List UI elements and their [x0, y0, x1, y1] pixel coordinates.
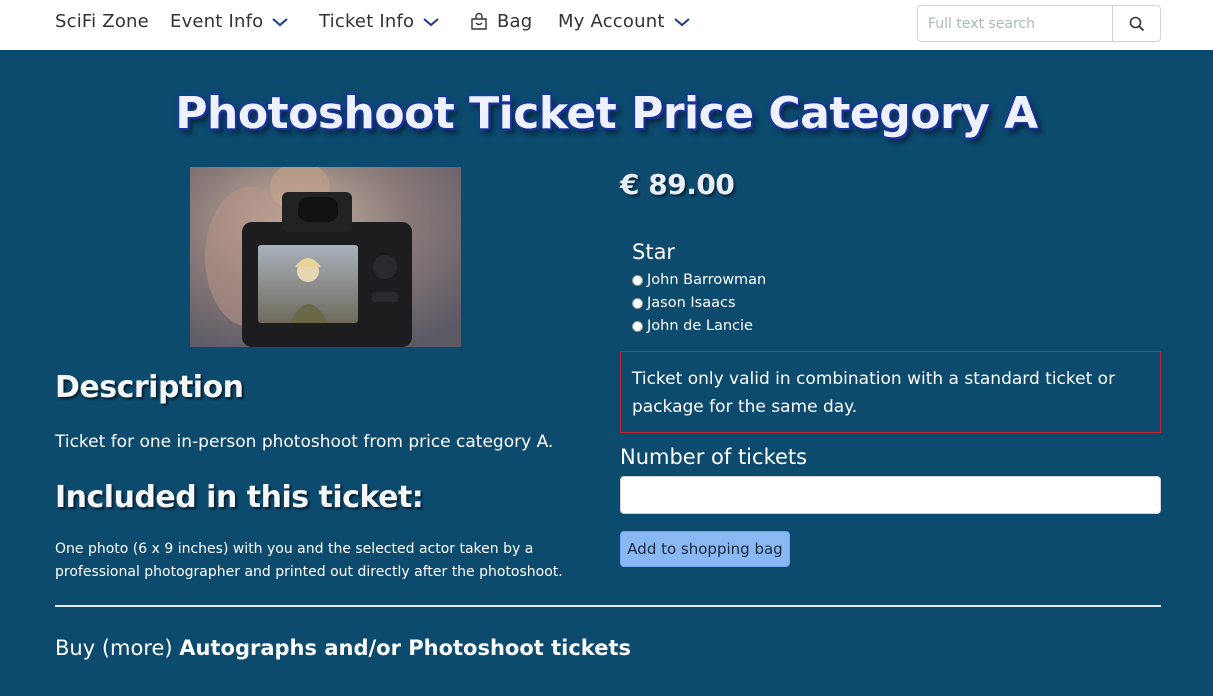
star-option-label: Jason Isaacs	[647, 295, 736, 311]
star-option[interactable]: Jason Isaacs	[632, 295, 736, 311]
nav-my-account[interactable]: My Account	[558, 11, 693, 32]
buy-more-prefix: Buy (more)	[55, 636, 173, 660]
buy-more-line: Buy (more) Autographs and/or Photoshoot …	[55, 636, 631, 660]
product-price: € 89.00	[620, 168, 735, 201]
brand-link[interactable]: SciFi Zone	[55, 11, 149, 32]
validity-notice: Ticket only valid in combination with a …	[620, 351, 1161, 433]
description-text: Ticket for one in-person photoshoot from…	[55, 432, 554, 452]
quantity-label: Number of tickets	[620, 445, 808, 469]
camera-photo-illustration	[190, 167, 461, 347]
nav-ticket-info[interactable]: Ticket Info	[319, 11, 442, 32]
description-heading: Description	[55, 370, 244, 405]
included-text: One photo (6 x 9 inches) with you and th…	[55, 541, 563, 580]
nav-event-info-label: Event Info	[170, 11, 264, 32]
nav-ticket-info-label: Ticket Info	[319, 11, 415, 32]
chevron-down-icon	[673, 17, 690, 26]
radio-button[interactable]	[632, 274, 643, 286]
add-to-bag-button[interactable]: Add to shopping bag	[620, 531, 790, 567]
top-navbar: SciFi Zone Event Info Ticket Info Bag My…	[0, 0, 1213, 50]
star-option-label: John de Lancie	[647, 318, 753, 334]
search-icon	[1129, 16, 1144, 31]
star-option[interactable]: John Barrowman	[632, 272, 766, 288]
nav-event-info[interactable]: Event Info	[170, 11, 291, 32]
search-button[interactable]	[1113, 6, 1160, 41]
radio-button[interactable]	[632, 297, 643, 309]
chevron-down-icon	[272, 17, 289, 26]
star-label: Star	[632, 240, 676, 264]
star-option[interactable]: John de Lancie	[632, 318, 753, 334]
shopping-bag-icon	[471, 12, 487, 30]
nav-bag[interactable]: Bag	[469, 11, 532, 32]
product-image	[190, 167, 461, 347]
nav-bag-label: Bag	[497, 11, 533, 32]
search-input[interactable]	[918, 6, 1113, 41]
chevron-down-icon	[423, 17, 439, 26]
included-heading: Included in this ticket:	[55, 480, 424, 515]
divider	[55, 605, 1161, 607]
nav-my-account-label: My Account	[558, 11, 665, 32]
autographs-photoshoot-link[interactable]: Autographs and/or Photoshoot tickets	[179, 636, 631, 660]
star-option-label: John Barrowman	[647, 272, 767, 288]
quantity-input[interactable]	[620, 476, 1161, 514]
search-box	[917, 5, 1161, 42]
radio-button[interactable]	[632, 320, 643, 332]
page-title: Photoshoot Ticket Price Category A	[175, 88, 1038, 139]
